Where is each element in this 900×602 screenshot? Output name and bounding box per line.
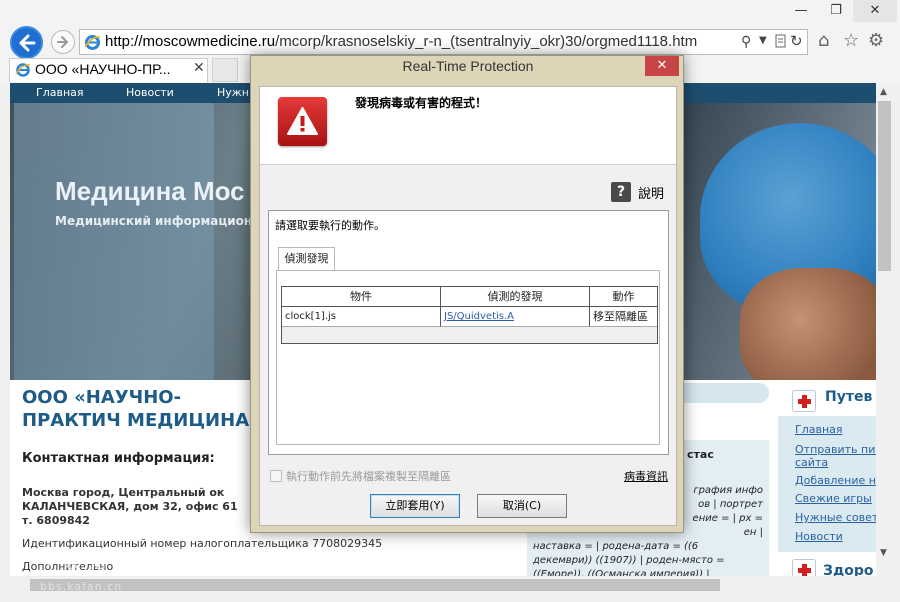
minimize-button[interactable]: — [783,0,819,22]
horizontal-scrollbar[interactable] [10,576,876,593]
gear-icon[interactable]: ⚙ [868,30,884,51]
action-prompt: 請選取要執行的動作。 [275,219,385,232]
site-nav-needed[interactable]: Нужн [217,86,249,99]
scroll-up-icon[interactable]: ▲ [880,87,887,97]
contact-heading: Контактная информация: [22,451,215,466]
real-time-protection-dialog: Real-Time Protection ✕ 發現病毒或有害的程式！ ? 說明 … [250,55,684,533]
arrow-right-icon [57,36,68,48]
action-panel: 請選取要執行的動作。 偵測發現 物件 偵測的發現 動作 clock[1].js … [268,210,669,455]
detection-message: 發現病毒或有害的程式！ [355,96,488,110]
browser-tab[interactable]: ООО «НАУЧНО-ПР... ✕ [9,58,208,82]
dialog-close-button[interactable]: ✕ [645,56,679,76]
browser-title-bar: — ❐ ✕ [0,0,900,24]
maximize-button[interactable]: ❐ [818,0,854,22]
medical-cross-icon [792,559,816,576]
hero-panel [14,103,214,380]
url-host: http://moscowmedicine.ru [105,33,276,50]
back-button[interactable] [10,26,43,59]
mid-heading: стас [687,448,714,461]
chevron-down-icon[interactable]: ▼ [759,35,767,46]
table-cell-action[interactable]: 移至隔離區 [590,307,657,327]
ie-logo-icon [15,63,31,77]
guide-link-add[interactable]: Добавление н [795,474,876,487]
arrow-left-icon [19,34,36,52]
address-bar[interactable]: http://moscowmedicine.ru/mcorp/krasnosel… [79,29,808,55]
close-window-button[interactable]: ✕ [853,0,897,22]
site-subtitle: Медицинский информационн [55,214,261,228]
virus-info-link[interactable]: 病毒資訊 [624,468,668,484]
address-line: Москва город, Центральный ок [22,486,225,499]
phone-line: т. 6809842 [22,514,90,527]
tab-close-icon[interactable]: ✕ [193,60,205,76]
tab-title: ООО «НАУЧНО-ПР... [35,61,171,77]
ie-logo-icon [84,35,101,50]
horizontal-scroll-thumb[interactable] [30,579,720,591]
new-tab-button[interactable] [212,58,238,82]
guide-link-list: Главная Отправить пис сайта Добавление н… [778,416,876,552]
site-nav-news[interactable]: Новости [126,86,174,99]
forward-button[interactable] [51,30,75,54]
detections-tab-content: 物件 偵測的發現 動作 clock[1].js JS/Quidvetis.A 移… [276,270,660,445]
address-line: КАЛАНЧЕВСКАЯ, дом 32, офис 61 [22,500,238,513]
navigation-bar: http://moscowmedicine.ru/mcorp/krasnosel… [0,24,900,59]
refresh-icon[interactable]: ↻ [790,32,803,50]
cancel-button[interactable]: 取消(C) [477,494,567,518]
page-icon[interactable] [774,34,787,48]
dialog-header: 發現病毒或有害的程式！ [260,87,676,165]
column-header-object[interactable]: 物件 [282,287,441,307]
dialog-body: 發現病毒或有害的程式！ ? 說明 請選取要執行的動作。 偵測發現 物件 偵測的發… [259,86,677,526]
help-icon[interactable]: ? [611,182,631,202]
vertical-scrollbar[interactable]: ▲ ▼ [876,83,893,576]
site-title: Медицина Мос [55,176,245,206]
url-path: /mcorp/krasnoselskiy_r-n_(tsentralnyiy_o… [275,33,698,50]
guide-link-home[interactable]: Главная [795,423,843,436]
guide-link-site[interactable]: сайта [795,456,828,469]
search-icon[interactable]: ⚲ [741,34,751,50]
forum-watermark: 卡饭论坛 [36,552,140,573]
tab-detections[interactable]: 偵測發現 [278,247,335,271]
guide-link-tips[interactable]: Нужные совет [795,511,876,524]
vertical-scroll-thumb[interactable] [878,101,891,271]
url-text[interactable]: http://moscowmedicine.ru/mcorp/krasnosel… [105,33,737,50]
contact-address: Москва город, Центральный ок КАЛАНЧЕВСКА… [22,486,272,528]
apply-now-button[interactable]: 立即套用(Y) [370,494,460,518]
detections-table: 物件 偵測的發現 動作 clock[1].js JS/Quidvetis.A 移… [281,286,658,344]
table-cell-object[interactable]: clock[1].js [282,307,441,327]
copy-to-quarantine-checkbox[interactable] [270,470,282,482]
medical-cross-icon [792,390,816,412]
table-cell-detection-link[interactable]: JS/Quidvetis.A [441,307,590,327]
mid-text-line: декември)) ((1907)) | роден-място = [533,555,725,566]
column-header-action[interactable]: 動作 [590,287,657,307]
surgeon-face-image [740,268,876,380]
guide-link-games[interactable]: Свежие игры [795,492,872,505]
mid-text-line: наставка = | родена-дата = ((6 [533,541,699,552]
guide-link-news[interactable]: Новости [795,530,843,543]
star-icon[interactable]: ☆ [843,30,859,51]
guide-heading: Путев [825,389,873,405]
dialog-title: Real-Time Protection [402,58,534,74]
mid-text-line: ((Еморе)), ((Османска империя)) | [533,569,710,576]
health-heading: Здоро [823,563,874,576]
column-header-detection[interactable]: 偵測的發現 [441,287,590,307]
warning-icon [278,97,327,146]
scroll-down-icon[interactable]: ▼ [880,548,887,558]
home-icon[interactable]: ⌂ [818,30,829,51]
help-link[interactable]: 說明 [638,183,664,202]
guide-link-send[interactable]: Отправить пис [795,443,876,456]
org-title: ООО «НАУЧНО-ПРАКТИЧ МЕДИЦИНА» [22,387,261,431]
warning-triangle-icon [287,107,318,135]
site-nav-home[interactable]: Главная [36,86,84,99]
copy-to-quarantine-label: 執行動作前先將檔案複製至隔離區 [286,470,451,483]
forum-watermark-url: bbs.kafan.cn [40,580,123,593]
